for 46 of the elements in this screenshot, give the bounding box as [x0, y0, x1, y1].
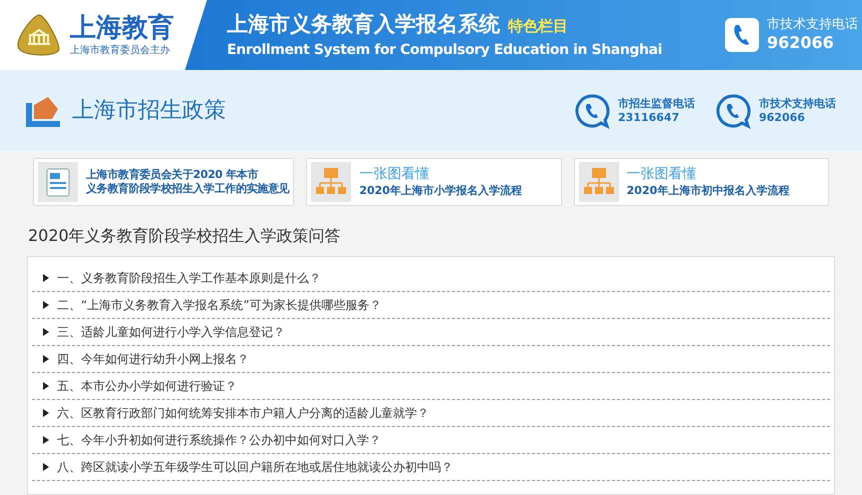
card-text: 2020年上海市初中报名入学流程	[626, 184, 790, 198]
caret-icon	[43, 436, 49, 444]
section-title: 上海市招生政策	[72, 97, 226, 125]
faq-item[interactable]: 八、跨区就读小学五年级学生可以回户籍所在地或居住地就读公办初中吗？	[32, 454, 830, 481]
hotline-number: 962066	[759, 110, 806, 124]
caret-icon	[43, 328, 49, 336]
hotline-number: 23116647	[618, 110, 680, 124]
support-number: 962066	[767, 33, 835, 54]
logo-icon	[16, 12, 62, 58]
card-heading: 一张图看懂	[626, 166, 698, 184]
policy-icon	[26, 94, 60, 126]
hotline-label: 市技术支持电话	[759, 96, 836, 110]
document-icon	[38, 162, 78, 202]
faq-title: 2020年义务教育阶段学校招生入学政策问答	[27, 225, 342, 247]
phone-icon	[725, 18, 759, 52]
logo-subtitle: 上海市教育委员会主办	[70, 44, 171, 58]
link-card[interactable]: 一张图看懂 2020年上海市初中报名入学流程	[574, 158, 829, 206]
faq-item[interactable]: 一、义务教育阶段招生入学工作基本原则是什么？	[32, 265, 830, 292]
faq-item[interactable]: 二、“上海市义务教育入学报名系统”可为家长提供哪些服务？	[32, 292, 830, 319]
card-text: 上海市教育委员会关于2020 年本市	[86, 168, 260, 182]
caret-icon	[43, 355, 49, 363]
faq-item[interactable]: 五、本市公办小学如何进行验证？	[32, 373, 830, 400]
phone-icon	[715, 92, 751, 128]
faq-item[interactable]: 四、今年如何进行幼升小网上报名？	[32, 346, 830, 373]
featured-label: 特色栏目	[508, 16, 568, 37]
system-title: 上海市义务教育入学报名系统	[227, 10, 500, 38]
faq-item[interactable]: 七、今年小升初如何进行系统操作？公办初中如何对口入学？	[32, 427, 830, 454]
caret-icon	[43, 301, 49, 309]
flowchart-icon	[578, 162, 619, 202]
hotline-label: 市招生监督电话	[618, 96, 695, 110]
faq-item[interactable]: 六、区教育行政部门如何统筹安排本市户籍人户分离的适龄儿童就学？	[32, 400, 830, 427]
phone-icon	[574, 92, 610, 128]
flowchart-icon	[311, 162, 352, 202]
logo-title: 上海教育	[70, 12, 174, 42]
card-text: 2020年上海市小学报名入学流程	[359, 184, 522, 198]
system-subtitle: Enrollment System for Compulsory Education in Shanghai	[227, 41, 662, 60]
card-heading: 一张图看懂	[359, 166, 430, 184]
support-label: 市技术支持电话	[767, 16, 858, 34]
card-text: 义务教育阶段学校招生入学工作的实施意见	[86, 182, 290, 196]
faq-item[interactable]: 三、适龄儿童如何进行小学入学信息登记？	[32, 319, 830, 346]
caret-icon	[43, 382, 49, 390]
caret-icon	[43, 409, 49, 417]
caret-icon	[43, 274, 49, 282]
link-card[interactable]: 一张图看懂 2020年上海市小学报名入学流程	[306, 158, 562, 206]
caret-icon	[43, 463, 49, 471]
link-card[interactable]: 上海市教育委员会关于2020 年本市 义务教育阶段学校招生入学工作的实施意见	[33, 158, 294, 206]
